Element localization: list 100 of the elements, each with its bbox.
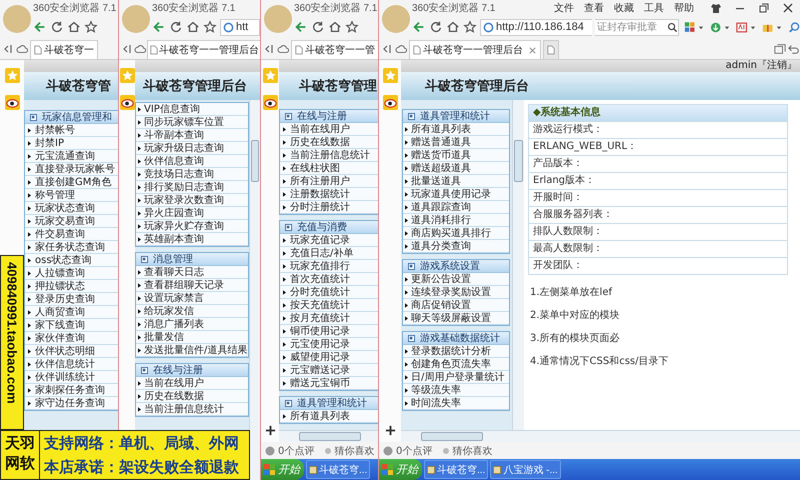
menu-item[interactable]: 封禁帐号 [25,124,118,137]
menu-item[interactable]: 件交易查询 [25,228,118,241]
refresh-icon[interactable] [169,20,183,34]
menu-item[interactable]: 首次充值统计 [280,273,378,286]
menu-item[interactable]: 商店购买道具排行 [403,227,509,240]
menu-bar-item[interactable]: 帮助 [674,1,694,15]
vertical-scrollbar[interactable] [512,100,524,430]
sidebar-toggle-icon[interactable] [121,43,133,55]
review-count[interactable]: 0个点评 [396,444,432,458]
menu-item[interactable]: 竞技场日志查询 [136,168,248,181]
menu-item[interactable]: 排行奖励日志查询 [136,181,248,194]
menu-bar-item[interactable]: 工具 [644,1,664,15]
plus-icon[interactable] [384,425,396,436]
menu-bar-item[interactable]: 收藏 [614,1,634,15]
menu-item[interactable]: 玩家状态查询 [25,202,118,215]
menu-section-header[interactable]: 道具管理和统计 [403,110,509,123]
apps-grid-icon[interactable] [684,20,705,34]
browser-tab[interactable] [543,40,559,59]
menu-section-header[interactable]: 充值与消费 [280,221,378,234]
menu-section-header[interactable]: 消息管理 [136,253,248,266]
menu-item[interactable]: 给玩家发信 [136,305,248,318]
horizontal-scrollbar[interactable] [279,430,378,442]
taskbar-button[interactable]: 斗破苍穹... [424,460,488,479]
recommend-link[interactable]: 猜你喜欢 [334,444,374,458]
menu-item[interactable]: 伙伴状态明细 [25,345,118,358]
cloud-icon[interactable] [277,43,289,55]
menu-item[interactable]: 赠送超级道具 [403,162,509,175]
user-logout-link[interactable]: admin『注销』 [726,60,800,72]
vertical-scrollbar[interactable] [249,100,260,480]
download-icon[interactable] [710,20,731,34]
menu-item[interactable]: 人拉镖查询 [25,267,118,280]
restore-icon[interactable] [758,2,770,14]
menu-item[interactable]: 按月充值统计 [280,312,378,325]
taskbar-button[interactable]: 斗破苍穹... [306,460,370,479]
menu-item[interactable]: 伙伴信息统计 [25,358,118,371]
cloud-icon[interactable] [395,43,407,55]
menu-item[interactable]: 更新公告设置 [403,273,509,286]
menu-item[interactable]: 登录数据统计分析 [403,345,509,358]
menu-item[interactable]: 道具分类查询 [403,240,509,253]
eye-icon[interactable] [382,95,398,110]
menu-item[interactable]: 家任务状态查询 [25,241,118,254]
back-icon[interactable] [412,20,426,34]
sidebar-toggle-icon[interactable] [263,43,275,55]
menu-section-header[interactable]: 道具管理和统计 [280,397,378,410]
menu-section-header[interactable]: 游戏基础数据统计 [403,332,509,345]
menu-item[interactable]: 连续登录奖励设置 [403,286,509,299]
menu-item[interactable]: 伙伴信息查询 [136,155,248,168]
menu-bar-item[interactable]: 文件 [554,1,574,15]
home-icon[interactable] [328,20,342,34]
eye-icon[interactable] [262,95,278,110]
shirt-icon[interactable] [710,2,722,14]
menu-item[interactable]: oss状态查询 [25,254,118,267]
close-icon[interactable] [782,2,794,14]
menu-item[interactable]: 历史在线数据 [280,136,378,149]
menu-item[interactable]: 玩家登录次数查询 [136,194,248,207]
menu-item[interactable]: 日/周用户登录量统计 [403,371,509,384]
adblock-icon[interactable] [736,20,757,34]
cloud-icon[interactable] [16,43,28,55]
address-field[interactable]: htt [220,18,260,36]
menu-item[interactable]: 批量送道具 [403,175,509,188]
menu-item[interactable]: 所有道具列表 [403,123,509,136]
menu-item[interactable]: 英雄副本查询 [136,233,248,246]
recommend-link[interactable]: 猜你喜欢 [452,444,492,458]
menu-item[interactable]: 称号管理 [25,189,118,202]
menu-item[interactable]: 聊天等级屏蔽设置 [403,312,509,325]
home-icon[interactable] [67,20,81,34]
menu-item[interactable]: 批量发信 [136,331,248,344]
star-outline-icon[interactable] [345,20,359,34]
horizontal-scrollbar[interactable] [401,430,800,442]
menu-item[interactable]: 玩家升级日志查询 [136,142,248,155]
menu-item[interactable]: 时间流失率 [403,397,509,410]
menu-item[interactable]: 家伙伴查询 [25,332,118,345]
menu-bar-item[interactable]: 查看 [584,1,604,15]
menu-item[interactable]: 创建角色页流失率 [403,358,509,371]
menu-item[interactable]: 铜币使用记录 [280,325,378,338]
menu-item[interactable]: 赠送元宝铜币 [280,377,378,390]
menu-item[interactable]: 封禁IP [25,137,118,150]
menu-item[interactable]: 人商贸查询 [25,306,118,319]
menu-item[interactable]: 查看聊天日志 [136,266,248,279]
menu-item[interactable]: 家守边任务查询 [25,397,118,410]
back-icon[interactable] [294,20,308,34]
menu-item[interactable]: 异火庄园查询 [136,207,248,220]
menu-item[interactable]: 分时注册统计 [280,201,378,214]
sidebar-toggle-icon[interactable] [381,43,393,55]
menu-item[interactable]: 赠送普通道具 [403,136,509,149]
menu-section-header[interactable]: 游戏系统设置 [403,260,509,273]
menu-item[interactable]: 元宝使用记录 [280,338,378,351]
star-outline-icon[interactable] [203,20,217,34]
menu-item[interactable]: 直接登录玩家帐号 [25,163,118,176]
menu-item[interactable]: 玩家交易查询 [25,215,118,228]
tabs-icon[interactable] [774,43,786,55]
browser-tab[interactable]: 斗破苍穹一一管 [291,40,378,59]
menu-item[interactable]: VIP信息查询 [136,103,248,116]
taskbar-button[interactable]: 八宝游戏 -... [490,460,561,479]
review-count[interactable]: 0个点评 [278,444,314,458]
menu-item[interactable]: 道具消耗排行 [403,214,509,227]
menu-item[interactable]: 等级流失率 [403,384,509,397]
refresh-icon[interactable] [50,20,64,34]
menu-section-header[interactable]: 玩家信息管理和 [25,111,118,124]
back-icon[interactable] [33,20,47,34]
